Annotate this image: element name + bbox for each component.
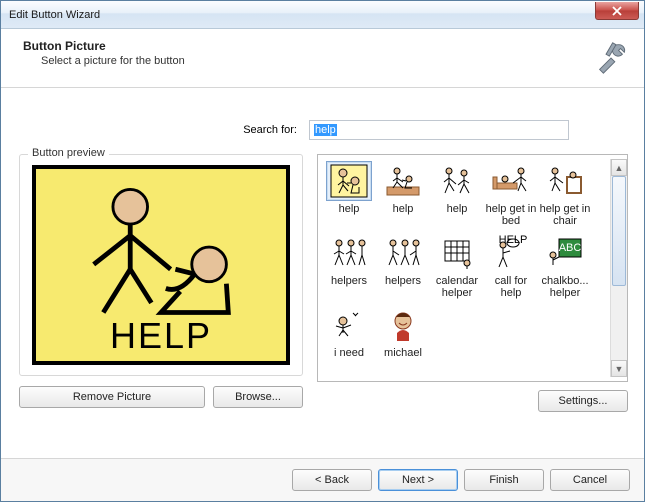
picture-thumb-icon: HELP xyxy=(488,233,534,273)
back-button[interactable]: < Back xyxy=(292,469,372,491)
picture-caption: i need xyxy=(334,347,364,359)
picture-thumb-icon xyxy=(434,161,480,201)
picture-caption: calendar helper xyxy=(431,275,483,299)
picture-caption: helpers xyxy=(385,275,421,287)
header-title: Button Picture xyxy=(23,39,592,53)
picture-thumb-icon xyxy=(326,161,372,201)
picture-item[interactable]: HELP call for help xyxy=(485,233,537,299)
picture-item[interactable]: calendar helper xyxy=(431,233,483,299)
preview-legend: Button preview xyxy=(28,147,109,159)
scroll-up-icon[interactable]: ▲ xyxy=(611,159,627,176)
picture-caption: helpers xyxy=(331,275,367,287)
help-illustration-icon xyxy=(36,175,286,325)
picture-item[interactable]: help xyxy=(323,161,375,227)
wizard-footer: < Back Next > Finish Cancel xyxy=(1,458,644,501)
close-icon xyxy=(612,6,622,16)
window-title: Edit Button Wizard xyxy=(9,9,100,21)
search-label: Search for: xyxy=(219,124,309,136)
picture-item[interactable]: michael xyxy=(377,305,429,359)
svg-text:ABC: ABC xyxy=(559,242,582,254)
settings-button[interactable]: Settings... xyxy=(538,390,628,412)
browse-button[interactable]: Browse... xyxy=(213,386,303,408)
picture-caption: michael xyxy=(384,347,422,359)
picture-item[interactable]: ABC chalkbo... helper xyxy=(539,233,591,299)
picture-thumb-icon xyxy=(488,161,534,201)
header-subtitle: Select a picture for the button xyxy=(41,55,592,67)
picture-item[interactable]: help get in bed xyxy=(485,161,537,227)
picture-thumb-icon xyxy=(326,233,372,273)
picture-item[interactable]: helpers xyxy=(377,233,429,299)
svg-text:HELP: HELP xyxy=(499,235,528,246)
picture-caption: help get in chair xyxy=(539,203,591,227)
picture-caption: help get in bed xyxy=(485,203,537,227)
button-preview: HELP xyxy=(32,165,290,365)
picture-thumb-icon xyxy=(542,161,588,201)
picture-thumb-icon xyxy=(380,305,426,345)
tools-icon xyxy=(592,39,630,77)
picture-thumb-icon xyxy=(326,305,372,345)
picture-grid: help help help help get in bedhelp get in c… xyxy=(317,154,628,382)
search-input[interactable]: help xyxy=(309,120,569,140)
picture-item[interactable]: help get in chair xyxy=(539,161,591,227)
picture-caption: help xyxy=(339,203,360,215)
finish-button[interactable]: Finish xyxy=(464,469,544,491)
picture-thumb-icon xyxy=(380,161,426,201)
grid-scrollbar[interactable]: ▲ ▼ xyxy=(610,159,627,377)
picture-thumb-icon: ABC xyxy=(542,233,588,273)
picture-thumb-icon xyxy=(380,233,426,273)
picture-caption: help xyxy=(447,203,468,215)
scroll-thumb[interactable] xyxy=(612,176,626,286)
preview-group: Button preview HELP xyxy=(19,154,303,376)
remove-picture-button[interactable]: Remove Picture xyxy=(19,386,205,408)
titlebar[interactable]: Edit Button Wizard xyxy=(1,1,644,29)
next-button[interactable]: Next > xyxy=(378,469,458,491)
cancel-button[interactable]: Cancel xyxy=(550,469,630,491)
wizard-header: Button Picture Select a picture for the … xyxy=(1,29,644,88)
picture-caption: call for help xyxy=(485,275,537,299)
close-button[interactable] xyxy=(595,2,639,20)
picture-caption: chalkbo... helper xyxy=(539,275,591,299)
picture-item[interactable]: help xyxy=(377,161,429,227)
picture-caption: help xyxy=(393,203,414,215)
picture-item[interactable]: i need xyxy=(323,305,375,359)
scroll-down-icon[interactable]: ▼ xyxy=(611,360,627,377)
picture-item[interactable]: helpers xyxy=(323,233,375,299)
picture-thumb-icon xyxy=(434,233,480,273)
dialog-window: Edit Button Wizard Button Picture Select… xyxy=(0,0,645,502)
picture-item[interactable]: help xyxy=(431,161,483,227)
